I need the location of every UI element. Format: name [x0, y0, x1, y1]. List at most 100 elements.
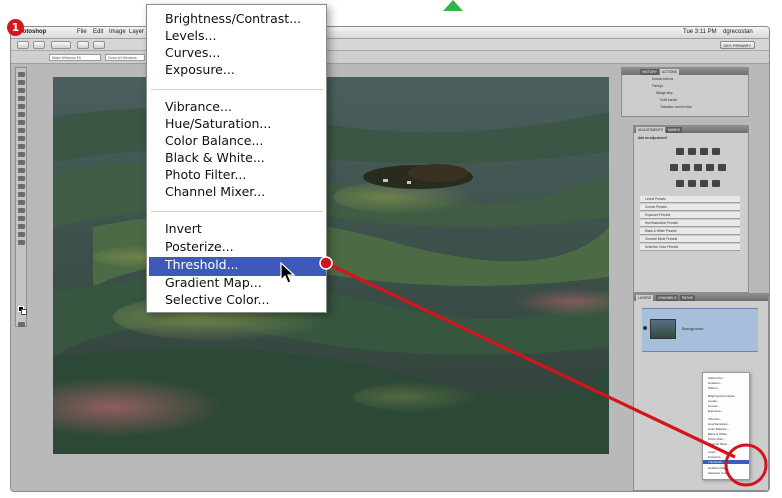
eyedropper-tool-icon[interactable] — [18, 112, 25, 117]
mini-menu-item[interactable]: Hue/Saturation... — [708, 422, 731, 426]
preset-row[interactable]: Curves Presets — [640, 204, 740, 211]
zoom-tool-button[interactable] — [93, 41, 105, 49]
preset-row[interactable]: Levels Presets — [640, 196, 740, 203]
gradient-map-icon[interactable] — [712, 180, 720, 187]
mini-menu-item[interactable]: Color Balance... — [708, 427, 729, 431]
view-extras-button[interactable] — [33, 41, 45, 49]
hue-saturation-icon[interactable] — [682, 164, 690, 171]
hand-tool-icon[interactable] — [18, 232, 25, 237]
tab-channels[interactable]: CHANNELS — [656, 295, 679, 301]
pen-tool-icon[interactable] — [18, 184, 25, 189]
brightness-contrast-icon[interactable] — [676, 148, 684, 155]
mini-menu-item[interactable]: Invert — [708, 450, 716, 454]
menu-item-gradient-map[interactable]: Gradient Map... — [165, 275, 262, 290]
preset-row[interactable]: Exposure Presets — [640, 212, 740, 219]
quick-select-tool-icon[interactable] — [18, 96, 25, 101]
background-color-swatch[interactable] — [21, 309, 27, 315]
document-canvas[interactable] — [53, 77, 609, 454]
resize-windows-checkbox[interactable]: Make Windows Fit — [49, 54, 101, 61]
menu-edit[interactable]: Edit — [93, 29, 103, 35]
mini-menu-item[interactable]: Brightness/Contrast... — [708, 394, 737, 398]
blur-tool-icon[interactable] — [18, 168, 25, 173]
menu-item-invert[interactable]: Invert — [165, 221, 202, 236]
history-brush-tool-icon[interactable] — [18, 144, 25, 149]
eraser-tool-icon[interactable] — [18, 152, 25, 157]
mini-menu-item[interactable]: Levels... — [708, 399, 719, 403]
mini-menu-item[interactable]: Selective Color... — [708, 471, 731, 475]
action-row[interactable]: Default Actions — [650, 76, 746, 82]
action-row[interactable]: Fisheye — [650, 83, 746, 89]
layer-row-background[interactable]: Background — [642, 308, 758, 352]
workspace-switcher[interactable]: DES PRIMARY — [719, 41, 755, 49]
menu-layer[interactable]: Layer — [129, 29, 144, 35]
move-tool-icon[interactable] — [18, 72, 25, 77]
menu-item-hue-saturation[interactable]: Hue/Saturation... — [165, 116, 271, 131]
menu-item-exposure[interactable]: Exposure... — [165, 62, 235, 77]
zoom-tool-icon[interactable] — [18, 240, 25, 245]
menu-item-threshold[interactable]: Threshold... — [165, 257, 239, 272]
curves-icon[interactable] — [700, 148, 708, 155]
path-select-tool-icon[interactable] — [18, 200, 25, 205]
menu-item-channel-mixer[interactable]: Channel Mixer... — [165, 184, 265, 199]
tab-adjustments[interactable]: ADJUSTMENTS — [636, 127, 666, 133]
preset-row[interactable]: Channel Mixer Presets — [640, 236, 740, 243]
photo-filter-icon[interactable] — [718, 164, 726, 171]
menu-image[interactable]: Image — [109, 29, 126, 35]
mini-menu-item[interactable]: Exposure... — [708, 409, 723, 413]
tab-history[interactable]: HISTORY — [640, 69, 659, 75]
preset-row[interactable]: Selective Color Presets — [640, 244, 740, 251]
dodge-tool-icon[interactable] — [18, 176, 25, 181]
3d-rotate-tool-icon[interactable] — [18, 216, 25, 221]
gradient-tool-icon[interactable] — [18, 160, 25, 165]
menu-item-curves[interactable]: Curves... — [165, 45, 220, 60]
menu-item-levels[interactable]: Levels... — [165, 28, 216, 43]
mini-menu-item[interactable]: Photo Filter... — [708, 437, 726, 441]
mini-menu-item[interactable]: Pattern... — [708, 386, 720, 390]
zoom-all-windows-checkbox[interactable]: Zoom All Windows — [105, 54, 145, 61]
color-balance-icon[interactable] — [694, 164, 702, 171]
mini-menu-item[interactable]: Curves... — [708, 404, 720, 408]
black-white-icon[interactable] — [706, 164, 714, 171]
quick-mask-icon[interactable] — [18, 322, 25, 327]
lasso-tool-icon[interactable] — [18, 88, 25, 93]
action-row[interactable]: Solid border — [658, 97, 746, 103]
mini-menu-item-selected[interactable]: Threshold... — [703, 460, 749, 464]
threshold-icon[interactable] — [700, 180, 708, 187]
tab-masks[interactable]: MASKS — [666, 127, 682, 133]
layer-name[interactable]: Background — [682, 326, 703, 331]
menu-item-photo-filter[interactable]: Photo Filter... — [165, 167, 246, 182]
zoom-level-button[interactable] — [51, 41, 71, 49]
shape-tool-icon[interactable] — [18, 208, 25, 213]
marquee-tool-icon[interactable] — [18, 80, 25, 85]
menu-item-selective-color[interactable]: Selective Color... — [165, 292, 270, 307]
healing-tool-icon[interactable] — [18, 120, 25, 125]
vibrance-icon[interactable] — [670, 164, 678, 171]
mini-menu-item[interactable]: Gradient Map... — [708, 466, 729, 470]
preset-row[interactable]: Black & White Presets — [640, 228, 740, 235]
menu-item-color-balance[interactable]: Color Balance... — [165, 133, 263, 148]
invert-icon[interactable] — [676, 180, 684, 187]
mini-menu-item[interactable]: Vibrance... — [708, 417, 722, 421]
menu-item-black-white[interactable]: Black & White... — [165, 150, 265, 165]
tab-paths[interactable]: PATHS — [680, 295, 695, 301]
clone-tool-icon[interactable] — [18, 136, 25, 141]
mini-menu-item[interactable]: Solid Color... — [708, 376, 725, 380]
hand-tool-button[interactable] — [77, 41, 89, 49]
menu-item-brightness-contrast[interactable]: Brightness/Contrast... — [165, 11, 301, 26]
crop-tool-icon[interactable] — [18, 104, 25, 109]
bridge-button[interactable] — [17, 41, 29, 49]
action-row[interactable]: Mirage step — [654, 90, 746, 96]
exposure-icon[interactable] — [712, 148, 720, 155]
3d-camera-tool-icon[interactable] — [18, 224, 25, 229]
menu-item-posterize[interactable]: Posterize... — [165, 239, 234, 254]
user-name[interactable]: dgrecostan — [723, 29, 753, 35]
tab-actions[interactable]: ACTIONS — [660, 69, 680, 75]
eye-icon[interactable] — [643, 326, 647, 330]
menu-file[interactable]: File — [77, 29, 87, 35]
menu-item-vibrance[interactable]: Vibrance... — [165, 99, 232, 114]
action-row[interactable]: Transition current slice — [658, 104, 746, 110]
brush-tool-icon[interactable] — [18, 128, 25, 133]
posterize-icon[interactable] — [688, 180, 696, 187]
mini-menu-item[interactable]: Posterize... — [708, 455, 723, 459]
mini-menu-item[interactable]: Channel Mixer... — [708, 442, 730, 446]
